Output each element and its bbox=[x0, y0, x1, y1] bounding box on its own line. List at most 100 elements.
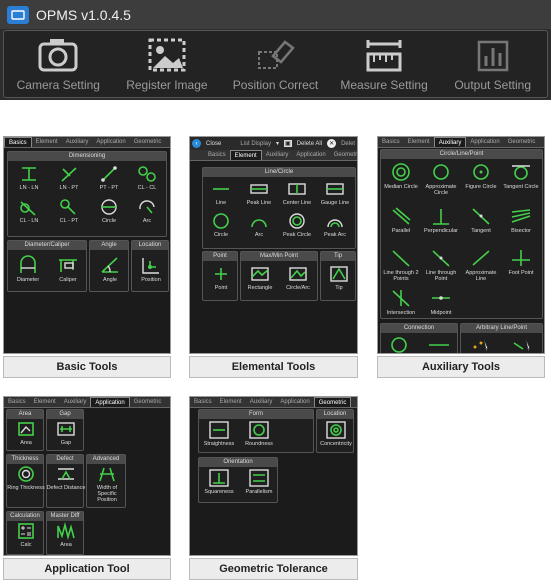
tool-area[interactable]: Area bbox=[6, 420, 46, 446]
tab-basics[interactable]: Basics bbox=[190, 397, 216, 407]
tool-cl-ln[interactable]: CL - LN bbox=[9, 198, 49, 224]
tool-approximate-line[interactable]: Approximate Line bbox=[461, 248, 501, 282]
label: Figure Circle bbox=[465, 184, 497, 190]
list-display-dropdown[interactable]: List Display bbox=[240, 141, 271, 147]
tab-application[interactable]: Application bbox=[90, 397, 130, 407]
tool-caliper[interactable]: Caliper bbox=[48, 255, 88, 283]
tab-application[interactable]: Application bbox=[466, 137, 503, 147]
tool-center-line[interactable]: Center Line bbox=[277, 180, 317, 206]
tool-diameter[interactable]: Diameter bbox=[8, 255, 48, 283]
tab-bar: Basics Element Auxiliary Application Geo… bbox=[190, 150, 357, 161]
tool-roundness[interactable]: Roundness bbox=[239, 421, 279, 447]
tool-bisector[interactable]: Bisector bbox=[501, 206, 541, 234]
tool-concentricity[interactable]: Concentricity bbox=[316, 421, 356, 447]
camera-setting-button[interactable]: Camera Setting bbox=[4, 31, 113, 97]
register-image-button[interactable]: Register Image bbox=[113, 31, 222, 97]
tool-calc[interactable]: Calc bbox=[6, 522, 46, 548]
tool-arc[interactable]: Arc bbox=[239, 212, 279, 238]
tool-approximate-circle[interactable]: Approximate Circle bbox=[421, 162, 461, 196]
tab-geometric[interactable]: Geometric bbox=[130, 137, 166, 147]
tab-auxiliary[interactable]: Auxiliary bbox=[433, 137, 467, 147]
tool-peak-line[interactable]: Peak Line bbox=[239, 180, 279, 206]
chart-icon bbox=[477, 40, 508, 72]
tool-cl-cl[interactable]: CL - CL bbox=[127, 165, 167, 191]
tool-squareness[interactable]: Squareness bbox=[199, 469, 239, 495]
tab-auxiliary[interactable]: Auxiliary bbox=[262, 150, 293, 160]
tool-point[interactable]: Point bbox=[201, 265, 241, 291]
delete-all-button[interactable]: Delete All bbox=[297, 141, 322, 147]
tab-application[interactable]: Application bbox=[276, 397, 313, 407]
tool-perpendicular[interactable]: Perpendicular bbox=[421, 206, 461, 234]
close-icon[interactable]: ‹ bbox=[192, 139, 201, 148]
tool-width-of-specific-position[interactable]: Width of Specific Position bbox=[87, 465, 127, 503]
tab-element[interactable]: Element bbox=[216, 397, 246, 407]
tool-circle-arc[interactable]: Circle/Arc bbox=[278, 265, 318, 291]
position-correct-button[interactable]: Position Correct bbox=[221, 31, 330, 97]
tool-pt-pt[interactable]: PT - PT bbox=[89, 165, 129, 191]
tool-master-area[interactable]: Area bbox=[46, 522, 86, 548]
tool-ring-thickness[interactable]: Ring Thickness bbox=[6, 465, 46, 491]
tool-gap[interactable]: Gap bbox=[46, 420, 86, 446]
tool-straightness[interactable]: Straightness bbox=[199, 421, 239, 447]
arc-icon bbox=[139, 200, 155, 214]
arbitrary-point-icon[interactable] bbox=[469, 335, 493, 353]
tool-midpoint[interactable]: Midpoint bbox=[421, 288, 461, 316]
tab-basics[interactable]: Basics bbox=[378, 137, 404, 147]
tab-auxiliary[interactable]: Auxiliary bbox=[62, 137, 93, 147]
tool-tangent-circle[interactable]: Tangent Circle bbox=[501, 162, 541, 190]
tab-element[interactable]: Element bbox=[32, 137, 62, 147]
close-button[interactable]: Close bbox=[206, 141, 221, 147]
tool-peak-circle[interactable]: Peak Circle bbox=[277, 212, 317, 238]
basic-tools-caption: Basic Tools bbox=[3, 356, 171, 378]
tool-intersection[interactable]: Intersection bbox=[381, 288, 421, 316]
tool-median-circle[interactable]: Median Circle bbox=[381, 162, 421, 190]
tab-auxiliary[interactable]: Auxiliary bbox=[60, 397, 91, 407]
tab-application[interactable]: Application bbox=[92, 137, 129, 147]
tool-tangent[interactable]: Tangent bbox=[461, 206, 501, 234]
tab-element[interactable]: Element bbox=[404, 137, 434, 147]
tab-basics[interactable]: Basics bbox=[4, 137, 32, 147]
tab-geometric[interactable]: Geometric bbox=[313, 397, 352, 407]
tab-auxiliary[interactable]: Auxiliary bbox=[246, 397, 277, 407]
tab-geometric[interactable]: Geometric bbox=[130, 397, 166, 407]
trash-icon[interactable]: ▣ bbox=[284, 140, 292, 147]
close-x-icon[interactable]: ✕ bbox=[327, 139, 337, 148]
tool-line[interactable]: Line bbox=[201, 180, 241, 206]
tool-peak-arc[interactable]: Peak Arc bbox=[315, 212, 355, 238]
tool-position[interactable]: Position bbox=[131, 255, 170, 283]
arbitrary-line-icon[interactable] bbox=[511, 335, 535, 353]
tab-geometric[interactable]: Geometri bbox=[330, 150, 357, 160]
tool-arc[interactable]: Arc bbox=[127, 198, 167, 224]
tool-circle[interactable]: Circle bbox=[89, 198, 129, 224]
measure-setting-button[interactable]: Measure Setting bbox=[330, 31, 439, 97]
tool-cl-pt[interactable]: CL - PT bbox=[49, 198, 89, 224]
cl-pt-icon bbox=[60, 199, 76, 215]
tool-parallel[interactable]: Parallel bbox=[381, 206, 421, 234]
tab-geometric[interactable]: Geometric bbox=[504, 137, 540, 147]
connection-line-icon[interactable] bbox=[427, 335, 451, 353]
tool-rectangle[interactable]: Rectangle bbox=[240, 265, 280, 291]
tool-parallelism[interactable]: Parallelism bbox=[239, 469, 279, 495]
tool-defect-distance[interactable]: Defect Distance bbox=[46, 465, 86, 491]
tool-angle[interactable]: Angle bbox=[90, 255, 130, 283]
tool-circle[interactable]: Circle bbox=[201, 212, 241, 238]
tool-foot-point[interactable]: Foot Point bbox=[501, 248, 541, 276]
tab-application[interactable]: Application bbox=[292, 150, 329, 160]
dropdown-arrow-icon[interactable]: ▾ bbox=[276, 140, 279, 147]
output-setting-button[interactable]: Output Setting bbox=[438, 31, 547, 97]
tab-basics[interactable]: Basics bbox=[4, 397, 30, 407]
tab-basics[interactable]: Basics bbox=[204, 150, 230, 160]
tool-figure-circle[interactable]: Figure Circle bbox=[461, 162, 501, 190]
tool-ln-pt[interactable]: LN - PT bbox=[49, 165, 89, 191]
delete-button[interactable]: Delet bbox=[341, 141, 355, 147]
label: Straightness bbox=[203, 441, 235, 447]
tab-element[interactable]: Element bbox=[30, 397, 60, 407]
tool-ln-ln[interactable]: LN - LN bbox=[9, 165, 49, 191]
connection-circle-icon[interactable] bbox=[389, 335, 409, 353]
tool-tip[interactable]: Tip bbox=[319, 265, 357, 291]
tool-gauge-line[interactable]: Gauge Line bbox=[315, 180, 355, 206]
label: Tangent bbox=[471, 228, 491, 234]
tool-line-through-point[interactable]: Line through Point bbox=[421, 248, 461, 282]
tab-element[interactable]: Element bbox=[229, 150, 262, 160]
tool-line-through-2-points[interactable]: Line through 2 Points bbox=[381, 248, 421, 282]
